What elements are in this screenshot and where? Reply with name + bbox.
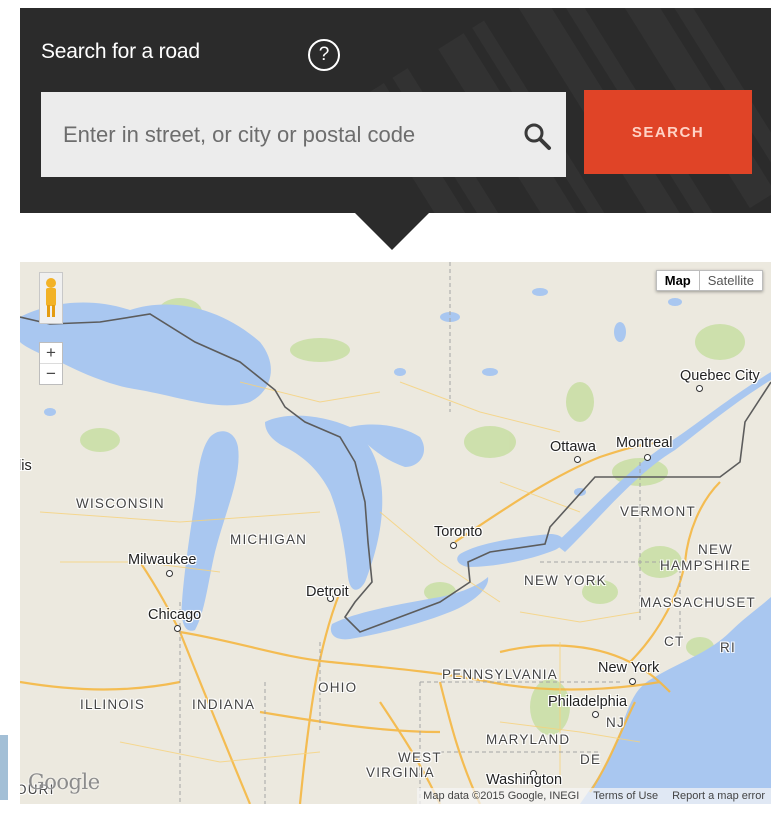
map-label-city: Chicago <box>148 607 202 623</box>
city-dot <box>174 625 181 632</box>
map-label-state: WISCONSIN <box>76 496 165 511</box>
map-label-state: NJ <box>606 715 625 730</box>
terms-of-use-link[interactable]: Terms of Use <box>593 790 658 802</box>
google-logo: Google <box>28 770 100 794</box>
magnifier-icon[interactable] <box>522 121 552 151</box>
map-label-city: Quebec City <box>680 368 760 384</box>
map-label-state: RI <box>720 640 736 655</box>
report-map-error-link[interactable]: Report a map error <box>672 790 765 802</box>
city-dot <box>574 456 581 463</box>
map-label-state: MASSACHUSET <box>640 595 756 610</box>
map-type-map-button[interactable]: Map <box>655 270 700 291</box>
map-label-city: New York <box>598 660 660 676</box>
map-label-state: VIRGINIA <box>366 765 435 780</box>
map-label-city: Milwaukee <box>128 552 197 568</box>
page-edge-shade <box>0 735 8 800</box>
street-view-pegman-icon[interactable] <box>39 272 63 324</box>
map-footer: Map data ©2015 Google, INEGI Terms of Us… <box>417 788 771 804</box>
road-search-panel: Search for a road ? SEARCH <box>20 8 771 213</box>
map-attribution: Map data ©2015 Google, INEGI <box>423 790 580 802</box>
map-label-state: DE <box>580 752 602 767</box>
city-dot <box>629 678 636 685</box>
map-label-city: lis <box>20 458 32 474</box>
map-type-satellite-button[interactable]: Satellite <box>699 270 763 291</box>
map-label-state: PENNSYLVANIA <box>442 667 558 682</box>
map-label-state: ILLINOIS <box>80 697 146 712</box>
map-label-city: Philadelphia <box>548 694 628 710</box>
map-label-city: Detroit <box>306 584 349 600</box>
map-label-state: NEW <box>698 542 734 557</box>
city-dot <box>592 711 599 718</box>
zoom-in-button[interactable]: + <box>40 343 62 364</box>
map-label-city: Washington <box>486 772 563 788</box>
map-label-state: WEST <box>398 750 442 765</box>
map-label-city: Montreal <box>616 435 673 451</box>
search-title: Search for a road <box>41 40 200 63</box>
map-label-state: VERMONT <box>620 504 696 519</box>
city-dot <box>166 570 173 577</box>
zoom-control: + − <box>39 342 63 385</box>
city-dot <box>450 542 457 549</box>
map-label-state: NEW YORK <box>524 573 607 588</box>
road-map[interactable]: Map Satellite + − Quebec City Ottawa Mon… <box>20 262 771 804</box>
question-circle-icon[interactable]: ? <box>308 39 340 71</box>
map-label-state: CT <box>664 634 685 649</box>
map-label-state: HAMPSHIRE <box>660 558 752 573</box>
map-tiles <box>20 262 771 804</box>
road-search-input[interactable] <box>41 92 501 177</box>
zoom-out-button[interactable]: − <box>40 364 62 384</box>
city-dot <box>644 454 651 461</box>
map-label-state: MICHIGAN <box>230 532 308 547</box>
map-type-toggle: Map Satellite <box>655 270 763 291</box>
map-label-state: MARYLAND <box>486 732 571 747</box>
search-field <box>41 92 566 177</box>
map-label-city: Ottawa <box>550 439 596 455</box>
map-label-state: INDIANA <box>192 697 256 712</box>
map-label-city: Toronto <box>434 524 483 540</box>
panel-pointer <box>354 212 430 250</box>
city-dot <box>696 385 703 392</box>
map-label-state: OHIO <box>318 680 358 695</box>
search-button[interactable]: SEARCH <box>584 90 752 174</box>
